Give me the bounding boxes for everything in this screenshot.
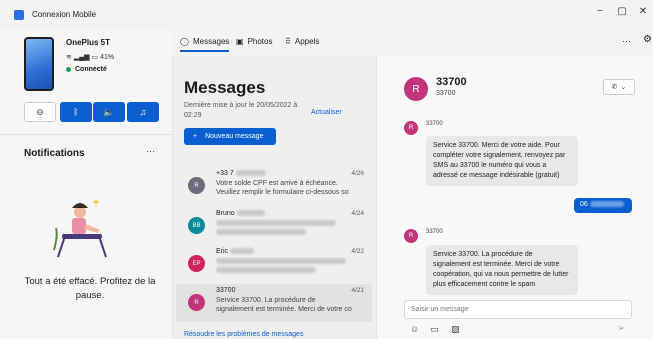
music-icon: ♫ <box>139 107 147 117</box>
last-updated-text: Dernière mise à jour le 20/05/2022 à 02:… <box>184 102 298 119</box>
gif-icon[interactable]: ▭ <box>430 324 439 335</box>
bluetooth-button[interactable]: ᛒ <box>60 102 92 122</box>
divider <box>0 134 172 135</box>
conversation-date: 4/21 <box>351 287 364 294</box>
contact-avatar: R <box>188 177 205 194</box>
close-button[interactable]: ✕ <box>636 6 650 17</box>
contact-avatar: R <box>404 77 428 101</box>
tab-messages[interactable]: ◯ Messages <box>180 37 230 52</box>
new-message-label: Nouveau message <box>205 133 264 140</box>
empty-notifications-message: Tout a été effacé. Profitez de la pause. <box>24 276 156 301</box>
maximize-button[interactable]: ▢ <box>615 6 629 17</box>
incoming-message: Service 33700. Merci de votre aide. Pour… <box>426 136 578 186</box>
wifi-icon: ≋ <box>66 54 72 61</box>
message-icon: ◯ <box>180 37 189 46</box>
tab-calls-label: Appels <box>294 37 320 46</box>
conversation-preview-redacted <box>216 219 354 237</box>
conversation-preview: Service 33700. La procédure de signaleme… <box>216 297 352 313</box>
tab-photos[interactable]: ▣ Photos <box>236 37 272 46</box>
conversation-date: 4/22 <box>351 248 364 255</box>
relax-illustration <box>53 198 107 258</box>
conversation-item[interactable]: EP Eric 4/22 <box>176 245 372 283</box>
conversation-preview-redacted <box>216 257 354 275</box>
conversation-date: 4/24 <box>351 210 364 217</box>
conversation-name: Eric <box>216 248 255 255</box>
conversation-preview: Votre solde CPF est arrivé à échéance. V… <box>216 180 349 196</box>
keypad-icon: ⠿ <box>285 37 291 46</box>
conversation-item[interactable]: R +33 7 4/26 Votre solde CPF est arrivé … <box>176 167 372 205</box>
send-icon[interactable]: ➢ <box>617 323 625 334</box>
dnd-icon: ⊖ <box>36 106 44 117</box>
connection-label: Connecté <box>75 66 107 73</box>
tab-messages-label: Messages <box>192 37 230 46</box>
sender-avatar: R <box>404 121 418 135</box>
notifications-more-button[interactable]: ··· <box>146 146 155 156</box>
conversation-date: 4/26 <box>351 170 364 177</box>
device-signal-status: ≋ ▂▄▆ ▭ 41% <box>66 53 114 61</box>
call-button[interactable]: ✆ ⌄ <box>603 79 635 95</box>
contact-number: 33700 <box>436 90 456 97</box>
app-title: Connexion Mobile <box>32 10 97 19</box>
outgoing-message: 06 <box>574 198 632 213</box>
tab-calls[interactable]: ⠿ Appels <box>285 37 319 46</box>
message-input[interactable]: Saisir un message <box>404 300 632 319</box>
conversation-name: 33700 <box>216 287 236 294</box>
emoji-icon[interactable]: ☺ <box>410 324 419 334</box>
title-bar <box>0 0 653 30</box>
battery-icon: ▭ <box>91 54 99 61</box>
image-attach-icon[interactable]: ▨ <box>451 324 460 335</box>
contact-name: 33700 <box>436 76 467 88</box>
contact-avatar: EP <box>188 255 205 272</box>
notifications-title: Notifications <box>24 148 85 159</box>
bluetooth-icon: ᛒ <box>73 107 79 117</box>
tab-photos-label: Photos <box>247 37 273 46</box>
conversation-item-selected[interactable]: R 33700 4/21 Service 33700. La procédure… <box>176 284 372 322</box>
app-logo-icon <box>14 10 24 20</box>
contact-avatar: R <box>188 294 205 311</box>
music-button[interactable]: ♫ <box>127 102 159 122</box>
volume-icon: 🔈 <box>103 106 115 117</box>
connection-status: Connecté <box>66 66 107 73</box>
settings-gear-icon[interactable]: ⚙ <box>643 34 652 45</box>
minimize-button[interactable]: − <box>593 6 607 17</box>
messages-title: Messages <box>184 78 266 97</box>
plus-icon: + <box>193 133 198 140</box>
conversation-name: +33 7 <box>216 170 266 177</box>
chevron-down-icon: ⌄ <box>620 84 627 91</box>
sender-label: 33700 <box>426 229 443 235</box>
conversation-name: Bruno <box>216 210 265 217</box>
battery-level: 41% <box>100 54 115 61</box>
volume-button[interactable]: 🔈 <box>93 102 125 122</box>
device-name: OnePlus 5T <box>66 38 111 47</box>
signal-icon: ▂▄▆ <box>73 54 90 61</box>
troubleshoot-link[interactable]: Résoudre les problèmes de messages <box>184 331 303 338</box>
sender-label: 33700 <box>426 121 443 127</box>
new-message-button[interactable]: + Nouveau message <box>184 128 276 145</box>
refresh-link[interactable]: Actualiser <box>311 109 342 116</box>
contact-avatar: BB <box>188 217 205 234</box>
do-not-disturb-button[interactable]: ⊖ <box>24 102 56 122</box>
photo-icon: ▣ <box>236 37 244 46</box>
incoming-message: Service 33700. La procédure de signaleme… <box>426 245 578 295</box>
phone-image <box>24 37 54 91</box>
phone-icon: ✆ <box>611 84 618 91</box>
conversation-item[interactable]: BB Bruno 4/24 <box>176 207 372 245</box>
connected-dot-icon <box>66 66 71 72</box>
sender-avatar: R <box>404 229 418 243</box>
more-options-button[interactable]: ··· <box>622 36 631 46</box>
